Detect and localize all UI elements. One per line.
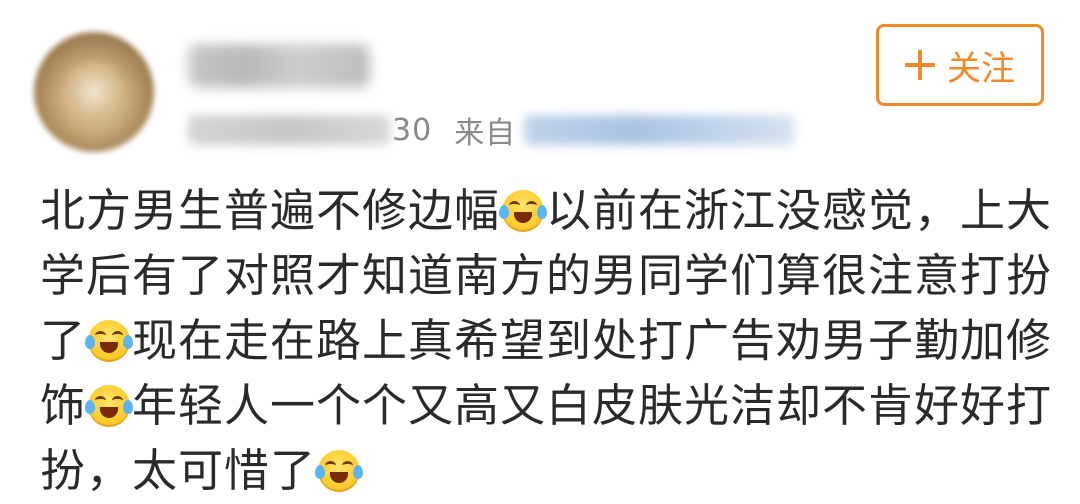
source-label: 来自 (454, 116, 517, 151)
username-blurred[interactable] (188, 44, 370, 88)
timestamp-blurred (188, 115, 390, 145)
laugh-cry-emoji-icon (315, 450, 364, 492)
follow-button[interactable]: 关注 (876, 24, 1044, 106)
post-line: 扮，太可惜了 (40, 438, 1050, 503)
laugh-cry-emoji-icon (85, 385, 134, 427)
post-text-segment: 了 (40, 314, 87, 367)
source-device-blurred[interactable] (524, 115, 795, 145)
follow-button-label: 关注 (947, 48, 1015, 89)
post-line: 学后有了对照才知道南方的男同学们算很注意打扮 (40, 243, 1053, 308)
post-line: 北方男生普遍不修边幅 以前在浙江没感觉，上大 (40, 178, 1053, 243)
plus-icon (905, 50, 935, 80)
post-text-segment: 年轻人一个个又高又白皮肤光洁却不肯好好打 (132, 379, 1053, 432)
laugh-cry-emoji-icon (85, 320, 134, 362)
post-text-segment: 北方男生普遍不修边幅 (40, 184, 501, 237)
post-line: 饰年轻人一个个又高又白皮肤光洁却不肯好好打 (40, 373, 1053, 438)
post-text-segment: 饰 (40, 379, 87, 432)
post-text-segment: 学后有了对照才知道南方的男同学们算很注意打扮 (40, 249, 1053, 302)
timestamp-visible: 30 (392, 112, 433, 148)
post-body: 北方男生普遍不修边幅 以前在浙江没感觉，上大 学后有了对照才知道南方的男同学们算很… (40, 178, 1053, 503)
post-line: 了现在走在路上真希望到处打广告劝男子勤加修 (40, 308, 1053, 373)
post-text-segment: 以前在浙江没感觉，上大 (546, 184, 1053, 237)
user-avatar[interactable] (34, 32, 154, 152)
laugh-cry-emoji-icon (499, 190, 548, 232)
post-meta: 30 来自 (188, 108, 795, 152)
post-text-segment: 现在走在路上真希望到处打广告劝男子勤加修 (132, 314, 1053, 367)
post-text-segment: 扮，太可惜了 (40, 444, 317, 497)
